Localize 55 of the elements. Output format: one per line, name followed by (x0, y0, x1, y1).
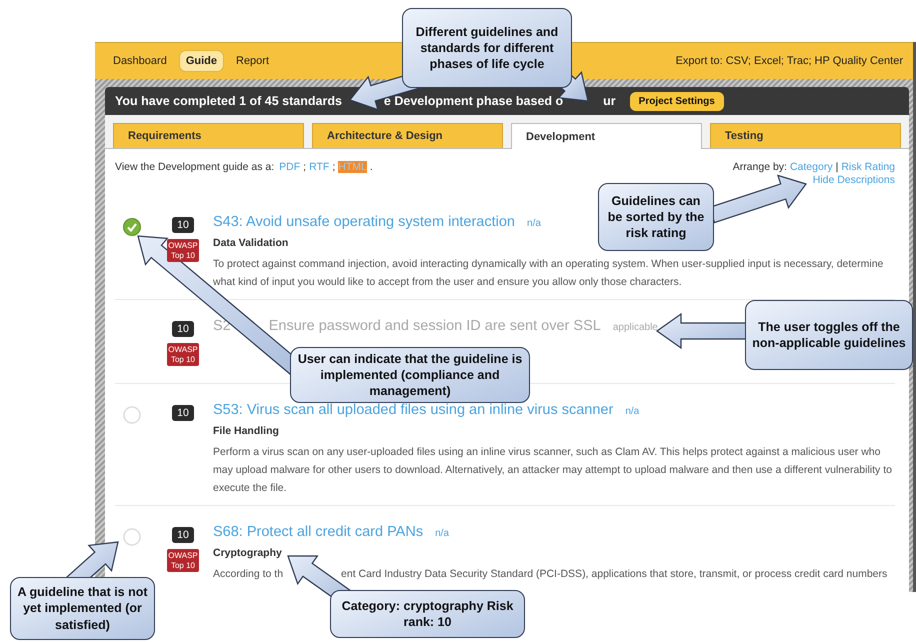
status-link[interactable]: n/a (625, 406, 640, 417)
description-text: According to th (213, 568, 284, 580)
phase-tab[interactable]: Requirements (113, 123, 304, 148)
callout: A guideline that is not yet implemented (or satisfied) (10, 577, 155, 640)
format-link[interactable]: RTF (309, 161, 330, 173)
guideline-title[interactable]: Ensure password and session ID are sent over SSL (268, 318, 601, 334)
progress-text: e Development phase based o (384, 94, 564, 108)
callout: User can indicate that the guideline is implemented (compliance and management) (290, 347, 530, 403)
phase-tab[interactable]: Development (511, 123, 702, 149)
hide-descriptions-link[interactable]: Hide Descriptions (812, 174, 895, 186)
guideline-title[interactable]: S68: Protect all credit card PANs (213, 524, 424, 540)
phase-tab[interactable]: Testing (710, 123, 901, 148)
empty-circle-icon[interactable] (123, 528, 141, 546)
sort-link[interactable]: Category (790, 161, 833, 173)
callout: Guidelines can be sorted by the risk rating (598, 183, 714, 251)
description-text: ent Card Industry Data Security Standard (PCI-DSS), applications that store, transmit, or process credit card numbers (341, 568, 888, 580)
separator: . (370, 161, 373, 173)
phase-tab[interactable]: Architecture & Design (312, 123, 503, 148)
nav-tab[interactable]: Report (230, 51, 276, 71)
arrange-label: Arrange by: (732, 161, 787, 173)
empty-circle-icon[interactable] (123, 406, 141, 424)
separator: ; (303, 161, 306, 173)
status-link[interactable]: applicable (612, 322, 658, 333)
risk-badge: 10 (172, 527, 194, 543)
risk-badge: 10 (172, 405, 194, 421)
nav-tab[interactable]: Guide (178, 50, 224, 72)
progress-text: ur (603, 94, 616, 108)
export-links[interactable]: Export to: CSV; Excel; Trac; HP Quality Center (676, 55, 903, 67)
category-label: Cryptography (213, 547, 283, 559)
checked-circle-icon[interactable] (123, 218, 141, 236)
guideline-title[interactable]: S43: Avoid unsafe operating system interaction (213, 214, 516, 230)
status-link[interactable]: n/a (435, 528, 449, 539)
owasp-badge: OWASP Top 10 (167, 239, 199, 262)
sort-link[interactable]: Risk Rating (841, 161, 895, 173)
description-text: Perform a virus scan on any user-uploaded files using an inline virus scanner, such as Clam AV. This helps protect against a malicious user who may upload malware for other users to download. Alternatively, an attacker may attempt to upload malware and then use a different vulnerability to execute the file. (213, 446, 892, 494)
category-label: Data Validation (213, 237, 290, 249)
view-as-label: View the Development guide as a: (115, 161, 274, 173)
nav-tab[interactable]: Dashboard (107, 51, 173, 71)
category-label: File Handling (213, 425, 280, 437)
owasp-badge: OWASP Top 10 (167, 549, 199, 572)
description-text: To protect against command injection, avoid interacting dynamically with an operating system. When user-supplied input is necessary, determine what kind of input you would like to accept from the user and ensure you allow only those characters. (213, 258, 884, 288)
callout: Different guidelines and standards for different phases of life cycle (402, 8, 572, 88)
separator: ; (332, 161, 336, 173)
callout: Category: cryptography Risk rank: 10 (330, 590, 525, 638)
status-link[interactable]: n/a (527, 218, 541, 229)
guideline-title[interactable]: S53: Virus scan all uploaded files using an inline virus scanner (213, 402, 614, 418)
callout: The user toggles off the non-applicable guidelines (745, 300, 913, 370)
format-link[interactable]: PDF (279, 161, 300, 173)
project-settings-button[interactable]: Project Settings (630, 92, 724, 110)
risk-badge: 10 (172, 321, 194, 337)
format-link[interactable]: HTML (338, 161, 367, 173)
owasp-badge: OWASP Top 10 (167, 343, 199, 366)
risk-badge: 10 (172, 217, 194, 233)
progress-text: You have completed 1 of 45 standards (115, 94, 342, 108)
separator: | (836, 161, 838, 173)
